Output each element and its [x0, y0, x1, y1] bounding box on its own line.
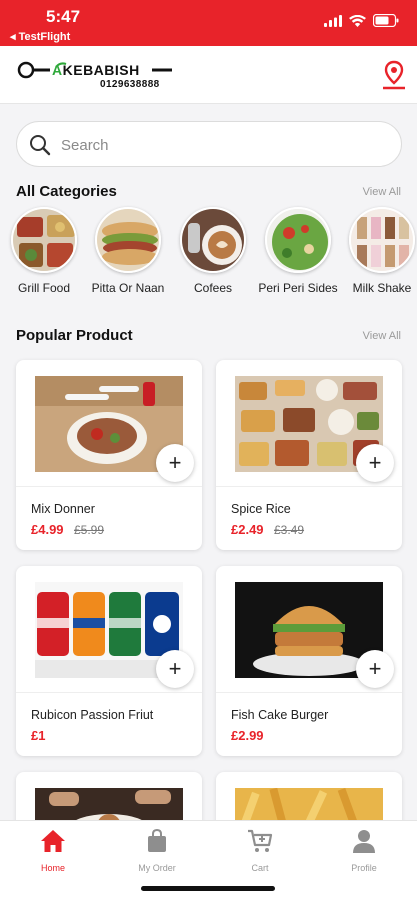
- product-price: £4.99: [31, 522, 64, 537]
- user-icon: [353, 830, 375, 853]
- category-list: Grill Food Pitta Or Naan Cofees Peri Per…: [0, 207, 417, 317]
- product-name: Fish Cake Burger: [231, 708, 329, 722]
- brand-logo[interactable]: AKEBABISH 0129638888: [16, 58, 176, 92]
- logo-phone: 0129638888: [100, 79, 160, 90]
- status-icons: [324, 14, 399, 27]
- category-label: Pitta Or Naan: [91, 281, 165, 295]
- logo-text: AKEBABISH: [52, 62, 140, 78]
- category-label: Milk Shake: [352, 281, 412, 295]
- testflight-back-link[interactable]: ◂ TestFlight: [10, 30, 70, 43]
- product-price: £2.49: [231, 522, 264, 537]
- product-card-mix-donner[interactable]: + Mix Donner £4.99 £5.99: [16, 360, 202, 550]
- product-old-price: £3.49: [274, 523, 305, 537]
- product-card-rubicon-passion-friut[interactable]: + Rubicon Passion Friut £1: [16, 566, 202, 756]
- product-name: Mix Donner: [31, 502, 95, 516]
- category-image: [349, 207, 415, 273]
- product-card-spice-rice[interactable]: + Spice Rice £2.49 £3.49: [216, 360, 402, 550]
- category-cofees[interactable]: Cofees: [171, 207, 255, 295]
- app-header: AKEBABISH 0129638888: [0, 46, 417, 104]
- card-divider: [216, 486, 402, 487]
- category-label: Cofees: [193, 281, 233, 295]
- home-indicator: [141, 886, 275, 891]
- tab-label: Home: [40, 863, 65, 873]
- card-divider: [16, 486, 202, 487]
- add-to-cart-button[interactable]: +: [156, 650, 194, 688]
- category-milk-shake[interactable]: Milk Shake: [340, 207, 417, 295]
- category-pitta-or-naan[interactable]: Pitta Or Naan: [86, 207, 170, 295]
- card-divider: [216, 692, 402, 693]
- category-label: Peri Peri Sides: [258, 281, 338, 295]
- category-grill-food[interactable]: Grill Food: [2, 207, 86, 295]
- category-image: [265, 207, 331, 273]
- product-old-price: £5.99: [74, 523, 105, 537]
- product-price: £1: [31, 728, 46, 743]
- tab-home[interactable]: Home: [13, 829, 93, 873]
- product-price: £2.99: [231, 728, 264, 743]
- category-image: [95, 207, 161, 273]
- category-image: [11, 207, 77, 273]
- tab-label: Profile: [351, 863, 377, 873]
- product-name: Spice Rice: [231, 502, 291, 516]
- status-time: 5:47: [46, 7, 81, 26]
- category-label: Grill Food: [17, 281, 70, 295]
- bag-icon: [148, 829, 166, 852]
- tab-label: Cart: [251, 863, 269, 873]
- home-icon: [41, 830, 65, 852]
- product-card-fish-cake-burger[interactable]: + Fish Cake Burger £2.99: [216, 566, 402, 756]
- popular-title: Popular Product: [16, 327, 133, 344]
- category-peri-peri-sides[interactable]: Peri Peri Sides: [256, 207, 340, 295]
- search-bar[interactable]: [16, 121, 402, 167]
- location-pin-icon[interactable]: [381, 60, 407, 90]
- popular-view-all-link[interactable]: View All: [363, 330, 401, 342]
- tab-label: My Order: [138, 863, 176, 873]
- cart-icon: [248, 829, 273, 852]
- wifi-icon: [349, 14, 366, 27]
- category-image: [180, 207, 246, 273]
- tab-my-order[interactable]: My Order: [117, 829, 197, 873]
- signal-icon: [324, 14, 342, 27]
- status-bar: 5:47 ◂ TestFlight: [0, 0, 417, 46]
- search-icon: [30, 135, 51, 156]
- card-divider: [16, 692, 202, 693]
- product-name: Rubicon Passion Friut: [31, 708, 154, 722]
- categories-title: All Categories: [16, 183, 117, 200]
- add-to-cart-button[interactable]: +: [156, 444, 194, 482]
- search-input[interactable]: [61, 132, 381, 158]
- tab-cart[interactable]: Cart: [220, 829, 300, 873]
- battery-icon: [373, 14, 399, 27]
- add-to-cart-button[interactable]: +: [356, 444, 394, 482]
- categories-view-all-link[interactable]: View All: [363, 186, 401, 198]
- add-to-cart-button[interactable]: +: [356, 650, 394, 688]
- tab-profile[interactable]: Profile: [324, 829, 404, 873]
